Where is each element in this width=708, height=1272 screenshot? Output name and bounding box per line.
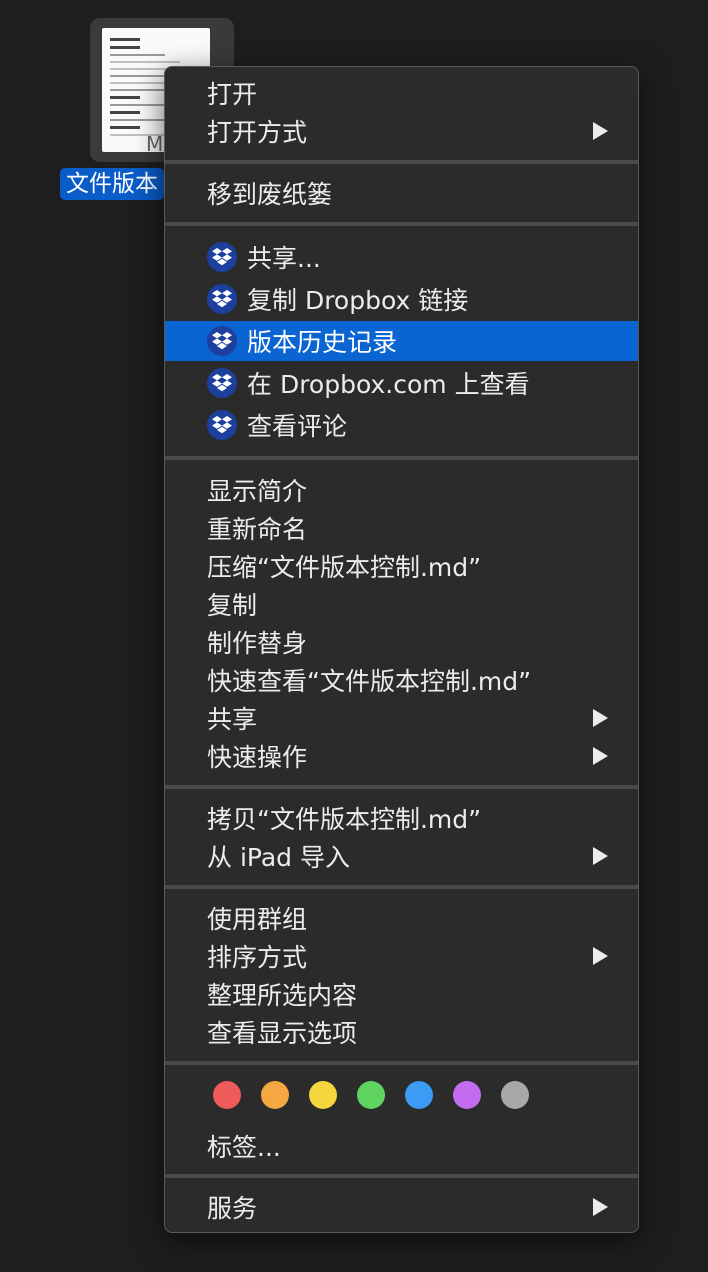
menu-item-copy-dropbox-link[interactable]: 复制 Dropbox 链接 xyxy=(171,279,632,319)
tag-purple[interactable] xyxy=(453,1081,481,1109)
menu-item-label: 标签... xyxy=(207,1133,281,1162)
menu-separator xyxy=(165,1174,638,1178)
dropbox-icon xyxy=(207,242,237,272)
menu-item-rename[interactable]: 重新命名 xyxy=(171,508,632,548)
context-menu: 打开 打开方式 移到废纸篓 共享... 复制 Dropbox 链接 版本历史记录… xyxy=(164,66,639,1233)
menu-item-compress[interactable]: 压缩“文件版本控制.md” xyxy=(171,546,632,586)
menu-item-view-on-dropbox[interactable]: 在 Dropbox.com 上查看 xyxy=(171,363,632,403)
menu-item-label: 移到废纸篓 xyxy=(207,180,333,209)
menu-item-label: 查看显示选项 xyxy=(207,1019,358,1048)
tag-color-row xyxy=(213,1081,529,1109)
menu-item-label: 使用群组 xyxy=(207,905,308,934)
menu-item-label: 版本历史记录 xyxy=(247,328,398,357)
tag-blue[interactable] xyxy=(405,1081,433,1109)
submenu-arrow-icon xyxy=(593,122,608,140)
menu-item-clean-up-selection[interactable]: 整理所选内容 xyxy=(171,974,632,1014)
menu-item-move-to-trash[interactable]: 移到废纸篓 xyxy=(171,173,632,213)
tag-yellow[interactable] xyxy=(309,1081,337,1109)
dropbox-icon xyxy=(207,410,237,440)
menu-item-label: 拷贝“文件版本控制.md” xyxy=(207,805,482,834)
tag-red[interactable] xyxy=(213,1081,241,1109)
menu-item-label: 压缩“文件版本控制.md” xyxy=(207,553,482,582)
menu-item-tags[interactable]: 标签... xyxy=(171,1126,632,1166)
menu-item-label: 服务 xyxy=(207,1194,258,1223)
dropbox-icon xyxy=(207,326,237,356)
menu-separator xyxy=(165,885,638,889)
menu-item-open-with[interactable]: 打开方式 xyxy=(171,111,632,151)
file-name-label[interactable]: 文件版本 xyxy=(60,168,164,200)
menu-item-open[interactable]: 打开 xyxy=(171,73,632,113)
menu-item-show-view-options[interactable]: 查看显示选项 xyxy=(171,1012,632,1052)
menu-separator xyxy=(165,1061,638,1065)
menu-item-label: 制作替身 xyxy=(207,629,308,658)
menu-item-sort-by[interactable]: 排序方式 xyxy=(171,936,632,976)
menu-separator xyxy=(165,160,638,164)
menu-item-label: 在 Dropbox.com 上查看 xyxy=(247,370,530,399)
menu-item-label: 共享 xyxy=(207,705,258,734)
menu-item-view-comments[interactable]: 查看评论 xyxy=(171,405,632,445)
menu-item-label: 打开 xyxy=(207,80,258,109)
menu-item-label: 查看评论 xyxy=(247,412,348,441)
menu-item-label: 整理所选内容 xyxy=(207,981,358,1010)
menu-item-import-from-ipad[interactable]: 从 iPad 导入 xyxy=(171,836,632,876)
menu-item-services[interactable]: 服务 xyxy=(171,1187,632,1227)
menu-item-label: 排序方式 xyxy=(207,943,308,972)
menu-separator xyxy=(165,222,638,226)
menu-separator xyxy=(165,456,638,460)
menu-item-use-groups[interactable]: 使用群组 xyxy=(171,898,632,938)
menu-separator xyxy=(165,785,638,789)
menu-item-label: 共享... xyxy=(247,244,321,273)
dropbox-icon xyxy=(207,284,237,314)
menu-item-dropbox-share[interactable]: 共享... xyxy=(171,237,632,277)
menu-item-quick-look[interactable]: 快速查看“文件版本控制.md” xyxy=(171,660,632,700)
menu-item-label: 复制 xyxy=(207,591,258,620)
submenu-arrow-icon xyxy=(593,747,608,765)
menu-item-make-alias[interactable]: 制作替身 xyxy=(171,622,632,662)
submenu-arrow-icon xyxy=(593,847,608,865)
menu-item-label: 显示简介 xyxy=(207,477,308,506)
menu-item-quick-actions[interactable]: 快速操作 xyxy=(171,736,632,776)
menu-item-get-info[interactable]: 显示简介 xyxy=(171,470,632,510)
menu-item-label: 快速查看“文件版本控制.md” xyxy=(207,667,532,696)
tag-gray[interactable] xyxy=(501,1081,529,1109)
menu-item-label: 复制 Dropbox 链接 xyxy=(247,286,469,315)
menu-item-label: 从 iPad 导入 xyxy=(207,843,350,872)
menu-item-label: 快速操作 xyxy=(207,743,308,772)
document-mark: M xyxy=(146,132,164,156)
dropbox-icon xyxy=(207,368,237,398)
menu-item-share[interactable]: 共享 xyxy=(171,698,632,738)
submenu-arrow-icon xyxy=(593,1198,608,1216)
menu-item-copy-file[interactable]: 拷贝“文件版本控制.md” xyxy=(171,798,632,838)
menu-item-label: 打开方式 xyxy=(207,118,308,147)
tag-green[interactable] xyxy=(357,1081,385,1109)
menu-item-label: 重新命名 xyxy=(207,515,308,544)
tag-orange[interactable] xyxy=(261,1081,289,1109)
submenu-arrow-icon xyxy=(593,947,608,965)
menu-item-duplicate[interactable]: 复制 xyxy=(171,584,632,624)
menu-item-version-history[interactable]: 版本历史记录 xyxy=(165,321,638,361)
submenu-arrow-icon xyxy=(593,709,608,727)
